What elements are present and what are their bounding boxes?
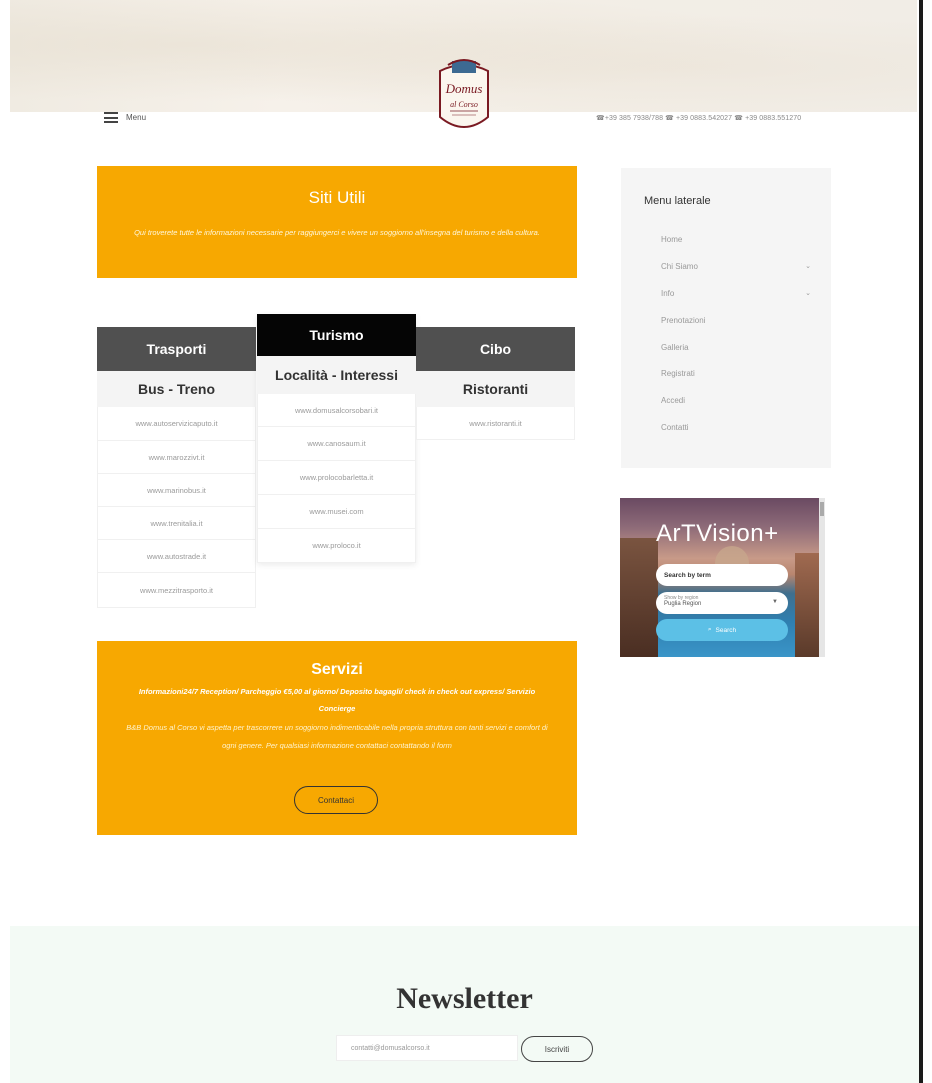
servizi-description: B&B Domus al Corso vi aspetta per trasco… bbox=[126, 723, 548, 750]
servizi-highlights: Informazioni24/7 Reception/ Parcheggio €… bbox=[138, 687, 536, 713]
link-item[interactable]: www.marinobus.it bbox=[97, 474, 256, 507]
logo-text-line1: Domus bbox=[445, 81, 483, 96]
phone-numbers: ☎+39 385 7938/788 ☎ +39 0883.542027 ☎ +3… bbox=[596, 115, 802, 122]
newsletter-email-input[interactable]: contatti@domusalcorso.it bbox=[336, 1035, 518, 1061]
scrollbar-thumb[interactable] bbox=[820, 502, 824, 516]
chevron-down-icon: ⌄ bbox=[805, 263, 811, 270]
link-item[interactable]: www.autoservizicaputo.it bbox=[97, 407, 256, 441]
column-header[interactable]: Cibo bbox=[416, 327, 575, 371]
sidebar-item-label: Registrati bbox=[661, 369, 695, 378]
newsletter-section: Newsletter contatti@domusalcorso.it Iscr… bbox=[10, 926, 919, 1083]
chevron-down-icon: ⌄ bbox=[805, 290, 811, 297]
sidebar-item-info[interactable]: Info ⌄ bbox=[661, 289, 811, 298]
sidebar-item-chi-siamo[interactable]: Chi Siamo ⌄ bbox=[661, 262, 811, 271]
link-item[interactable]: www.trenitalia.it bbox=[97, 507, 256, 540]
link-item[interactable]: www.marozzivt.it bbox=[97, 441, 256, 474]
widget-scrollbar[interactable] bbox=[819, 498, 825, 657]
artvision-search-input[interactable]: Search by term bbox=[656, 564, 788, 586]
artvision-brand: ArTVision+ bbox=[656, 520, 779, 547]
sidebar-item-galleria[interactable]: Galleria bbox=[661, 343, 811, 352]
servizi-section: Servizi Informazioni24/7 Reception/ Parc… bbox=[97, 641, 577, 835]
sidebar-item-label: Info bbox=[661, 289, 675, 298]
servizi-title: Servizi bbox=[311, 661, 363, 678]
column-cibo: Cibo Ristoranti www.ristoranti.it bbox=[416, 327, 575, 440]
artvision-region-select[interactable]: Show by region Puglia Region ▼ bbox=[656, 592, 788, 614]
sidebar-item-label: Prenotazioni bbox=[661, 316, 706, 325]
caret-down-icon: ▼ bbox=[772, 599, 778, 605]
column-subheader: Bus - Treno bbox=[97, 371, 256, 407]
sidebar-title: Menu laterale bbox=[644, 195, 711, 207]
sidebar-item-label: Home bbox=[661, 235, 683, 244]
sidebar-item-label: Contatti bbox=[661, 423, 689, 432]
page-border bbox=[919, 0, 923, 1083]
link-item[interactable]: www.autostrade.it bbox=[97, 540, 256, 573]
sidebar-item-prenotazioni[interactable]: Prenotazioni bbox=[661, 316, 811, 325]
sidebar-item-home[interactable]: Home bbox=[661, 235, 811, 244]
link-item[interactable]: www.domusalcorsobari.it bbox=[257, 394, 416, 427]
link-item[interactable]: www.proloco.it bbox=[257, 529, 416, 563]
column-subheader: Località - Interessi bbox=[257, 356, 416, 394]
site-logo[interactable]: Domus al Corso bbox=[434, 55, 494, 139]
logo-crest-icon: Domus al Corso bbox=[439, 59, 489, 128]
sidebar-item-registrati[interactable]: Registrati bbox=[661, 369, 811, 378]
newsletter-subscribe-button[interactable]: Iscriviti bbox=[521, 1036, 593, 1062]
sidebar-item-accedi[interactable]: Accedi bbox=[661, 396, 811, 405]
logo-text-line2: al Corso bbox=[450, 100, 478, 109]
column-header[interactable]: Trasporti bbox=[97, 327, 256, 371]
menu-toggle-button[interactable]: Menu bbox=[104, 112, 146, 123]
hamburger-icon bbox=[104, 112, 118, 123]
link-item[interactable]: www.musei.com bbox=[257, 495, 416, 529]
sidebar-menu: Menu laterale Home Chi Siamo ⌄ Info ⌄ Pren… bbox=[621, 168, 831, 468]
sidebar-item-label: Chi Siamo bbox=[661, 262, 698, 271]
siti-utili-description: Qui troverete tutte le informazioni nece… bbox=[134, 228, 540, 237]
column-header-active[interactable]: Turismo bbox=[257, 314, 416, 356]
artvision-search-button[interactable]: ⌕ Search bbox=[656, 619, 788, 641]
link-item[interactable]: www.ristoranti.it bbox=[416, 407, 575, 440]
link-item[interactable]: www.prolocobarletta.it bbox=[257, 461, 416, 495]
sidebar-item-label: Accedi bbox=[661, 396, 686, 405]
newsletter-title: Newsletter bbox=[396, 982, 533, 1015]
sidebar-item-contatti[interactable]: Contatti bbox=[661, 423, 811, 432]
artvision-widget: ArTVision+ Search by term Show by region… bbox=[620, 498, 825, 657]
siti-utili-title: Siti Utili bbox=[308, 188, 366, 207]
column-turismo: Turismo Località - Interessi www.domusal… bbox=[257, 314, 416, 563]
link-item[interactable]: www.mezzitrasporto.it bbox=[97, 573, 256, 608]
siti-utili-banner: Siti Utili Qui troverete tutte le inform… bbox=[97, 166, 577, 278]
search-button-label: Search bbox=[715, 626, 737, 634]
search-icon: ⌕ bbox=[707, 626, 712, 633]
column-trasporti: Trasporti Bus - Treno www.autoservizicap… bbox=[97, 327, 256, 608]
region-value: Puglia Region bbox=[664, 601, 702, 607]
column-subheader: Ristoranti bbox=[416, 371, 575, 407]
link-item[interactable]: www.canosaum.it bbox=[257, 427, 416, 461]
widget-background-building bbox=[620, 538, 658, 657]
menu-label: Menu bbox=[126, 113, 147, 122]
contact-button[interactable]: Contattaci bbox=[294, 786, 378, 814]
sidebar-item-label: Galleria bbox=[661, 343, 689, 352]
